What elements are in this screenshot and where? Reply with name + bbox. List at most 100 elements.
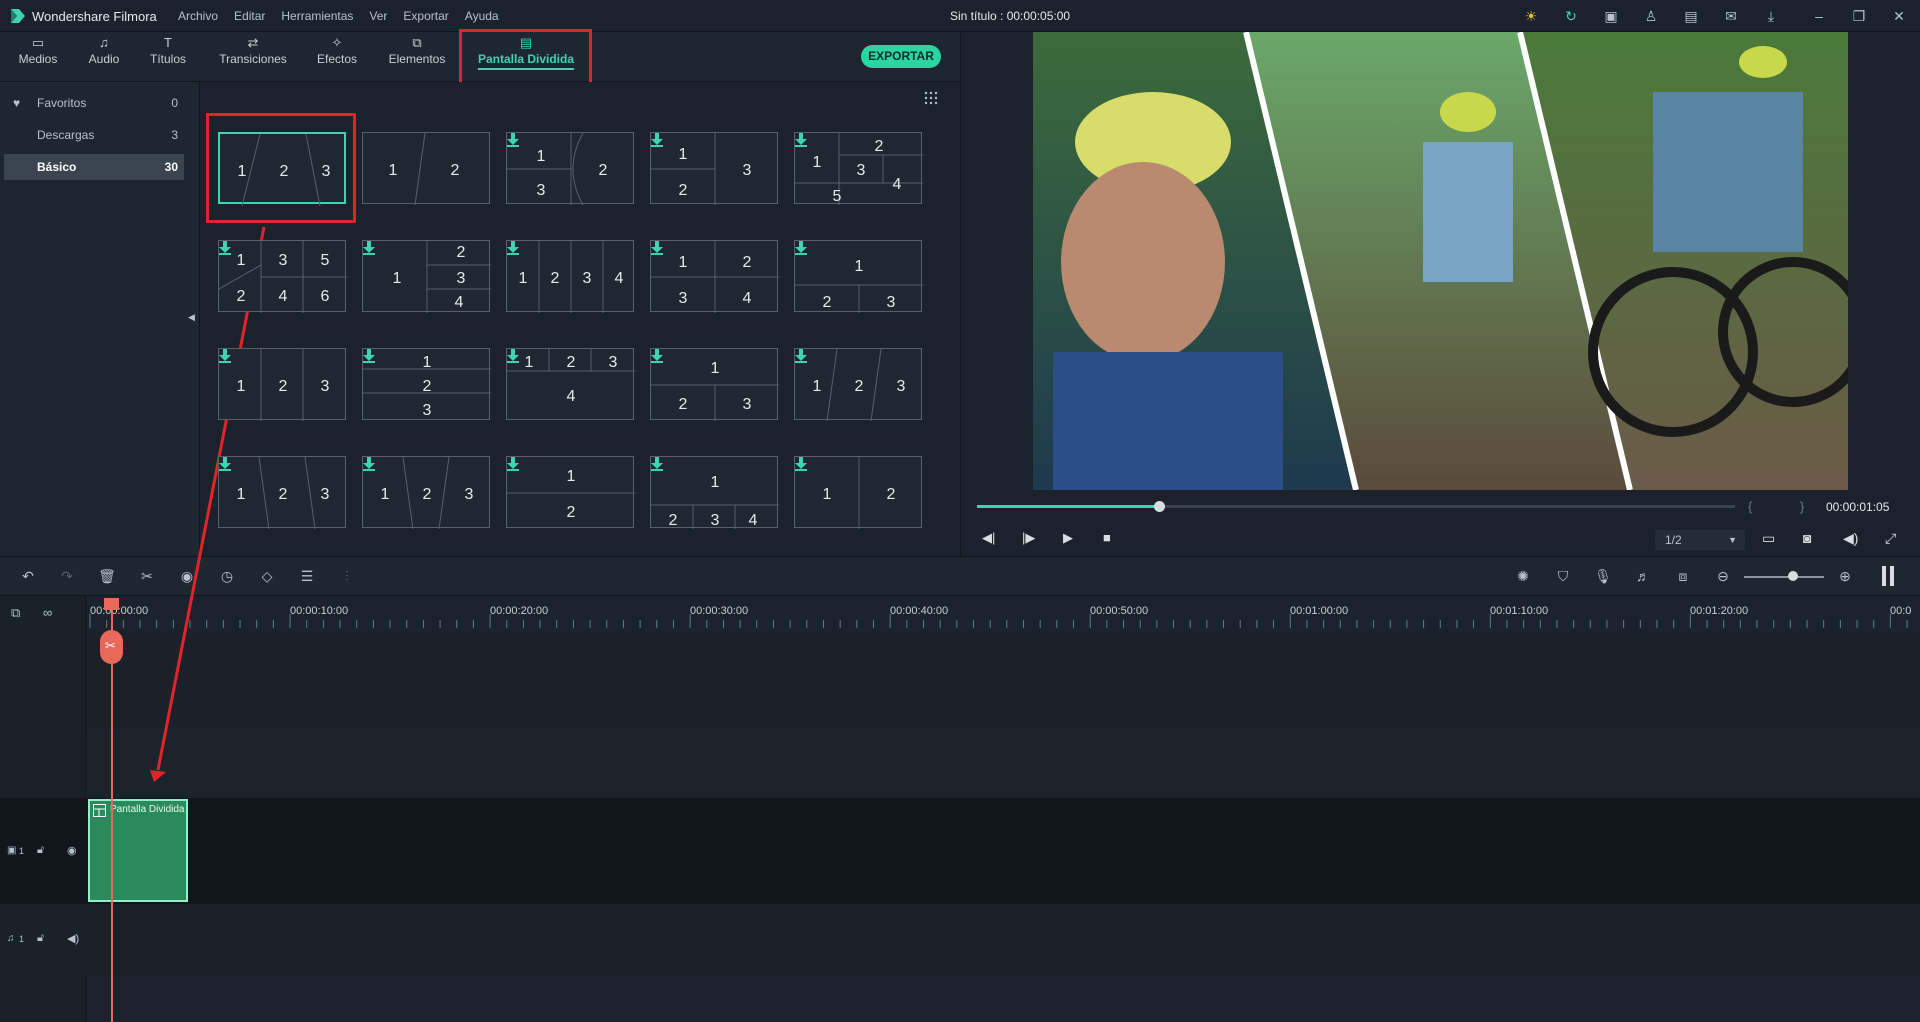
playhead-marker[interactable] [104,598,119,610]
download-arrow-icon[interactable] [795,241,807,255]
cut-icon[interactable]: ✂ [138,567,156,585]
monitor-icon[interactable]: ▭ [1762,530,1775,547]
split-layout-tile[interactable]: 1 2 3 [650,348,779,421]
split-layout-tile[interactable]: 1 2 3 4 [650,456,779,529]
video-track[interactable] [0,798,1920,904]
minimize-icon[interactable]: – [1810,7,1828,25]
adjust-icon[interactable]: ☰ [298,567,316,585]
microphone-icon[interactable]: 🎙 [1594,567,1612,585]
render-icon[interactable]: ✺ [1514,567,1532,585]
undo-icon[interactable]: ↶ [19,567,37,585]
timeline-track-empty[interactable] [86,630,1920,728]
tab-audio[interactable]: ♫ Audio [84,36,124,67]
split-layout-tile[interactable]: 1 3 5 2 4 6 [218,240,347,313]
tab-elementos[interactable]: ⧉ Elementos [386,36,448,67]
split-layout-tile[interactable]: 1 2 3 4 [506,348,635,420]
speed-icon[interactable]: ◷ [218,567,236,585]
tab-titulos[interactable]: T Títulos [148,36,188,67]
voiceover-icon[interactable]: ♬ [1634,567,1652,585]
download-arrow-icon[interactable] [507,133,519,147]
split-layout-tile[interactable]: 1 2 3 4 [362,240,491,313]
download-arrow-icon[interactable] [651,241,663,255]
download-arrow-icon[interactable] [795,457,807,471]
menu-ayuda[interactable]: Ayuda [465,9,499,23]
menu-ver[interactable]: Ver [369,9,387,23]
download-arrow-icon[interactable] [219,241,231,255]
split-layout-tile[interactable]: 1 235 4 [794,132,923,205]
sidebar-item-basico[interactable]: Básico 30 [4,154,184,180]
sidebar-item-favoritos[interactable]: ♥ Favoritos 0 [4,90,184,116]
download-arrow-icon[interactable] [795,133,807,147]
split-layout-tile[interactable]: 1 2 3 [362,348,491,420]
grid-view-icon[interactable] [924,91,938,105]
prev-frame-icon[interactable]: ◀| [982,530,995,546]
menu-archivo[interactable]: Archivo [178,9,218,23]
zoom-slider[interactable] [1744,576,1824,578]
split-layout-tile[interactable]: 1 2 3 [650,132,778,205]
keyframe-icon[interactable]: ◇ [258,567,276,585]
snap-icon[interactable]: ⧈ [1674,567,1692,585]
zoom-in-icon[interactable]: ⊕ [1836,567,1854,585]
preview-quality-select[interactable]: 1/2 ▼ [1655,530,1745,550]
menu-exportar[interactable]: Exportar [403,9,448,23]
stop-icon[interactable]: ■ [1103,530,1111,545]
split-layout-tile[interactable]: 1 2 3 4 [506,240,634,313]
marker-icon[interactable]: ⛉ [1554,567,1572,585]
close-icon[interactable]: ✕ [1890,7,1908,25]
split-layout-tile[interactable]: 12 [362,132,490,205]
download-arrow-icon[interactable] [507,241,519,255]
tab-efectos[interactable]: ✧ Efectos [314,36,360,67]
download-arrow-icon[interactable] [795,349,807,363]
preview-scrubber-handle[interactable] [1154,501,1165,512]
account-icon[interactable]: ♙ [1642,7,1660,25]
split-layout-tile[interactable]: 1 2 3 [218,456,346,529]
export-button[interactable]: EXPORTAR [861,45,941,68]
snapshot-icon[interactable]: ◙ [1803,530,1811,546]
sync-icon[interactable]: ↻ [1562,7,1580,25]
zoom-slider-handle[interactable] [1788,571,1798,581]
split-layout-tile[interactable]: 1 2 3 [218,132,346,206]
download-arrow-icon[interactable] [219,349,231,363]
download-arrow-icon[interactable] [507,457,519,471]
download-icon[interactable]: ⤓ [1762,7,1780,25]
pause-render-icon[interactable] [1882,566,1894,586]
download-arrow-icon[interactable] [219,457,231,471]
download-arrow-icon[interactable] [507,349,519,363]
split-layout-tile[interactable]: 12 [794,456,922,529]
eye-icon[interactable]: ◉ [67,844,77,857]
mail-icon[interactable]: ✉ [1722,7,1740,25]
add-track-icon[interactable]: ⧉ [11,605,20,621]
split-layout-tile[interactable]: 1 2 3 [218,348,346,421]
save-icon[interactable]: ▤ [1682,7,1700,25]
sidebar-item-descargas[interactable]: Descargas 3 [4,122,184,148]
gift-icon[interactable]: ▣ [1602,7,1620,25]
fullscreen-icon[interactable]: ⤢ [1885,530,1896,547]
download-arrow-icon[interactable] [651,457,663,471]
split-screen-clip[interactable]: Pantalla Dividida [88,799,188,902]
tab-transiciones[interactable]: ⇄ Transiciones [218,36,288,67]
split-layout-tile[interactable]: 1 2 3 [794,240,923,313]
split-layout-tile[interactable]: 1 2 3 [794,348,922,421]
lock-icon[interactable]: 🔓︎ [37,844,44,857]
link-icon[interactable]: ∞ [43,605,52,620]
download-arrow-icon[interactable] [363,349,375,363]
zoom-out-icon[interactable]: ⊖ [1714,567,1732,585]
timeline-track-empty[interactable] [86,730,1920,796]
tab-medios[interactable]: ▭ Medios [18,36,58,67]
play-icon[interactable]: ▶ [1063,530,1073,546]
playhead-split-handle[interactable]: ✂ [100,630,123,664]
download-arrow-icon[interactable] [651,349,663,363]
lock-icon[interactable]: 🔓︎ [37,932,44,945]
menu-editar[interactable]: Editar [234,9,265,23]
collapse-arrow-icon[interactable]: ◀ [188,312,195,323]
color-icon[interactable]: ◉ [178,567,196,585]
split-layout-tile[interactable]: 1 2 3 [362,456,490,529]
lightbulb-icon[interactable]: ☀ [1522,7,1540,25]
download-arrow-icon[interactable] [363,457,375,471]
download-arrow-icon[interactable] [651,133,663,147]
speaker-icon[interactable]: ◀) [67,932,79,945]
download-arrow-icon[interactable] [363,241,375,255]
audio-track[interactable] [0,906,1920,976]
restore-icon[interactable]: ❐ [1850,7,1868,25]
volume-icon[interactable]: ◀) [1843,530,1858,547]
